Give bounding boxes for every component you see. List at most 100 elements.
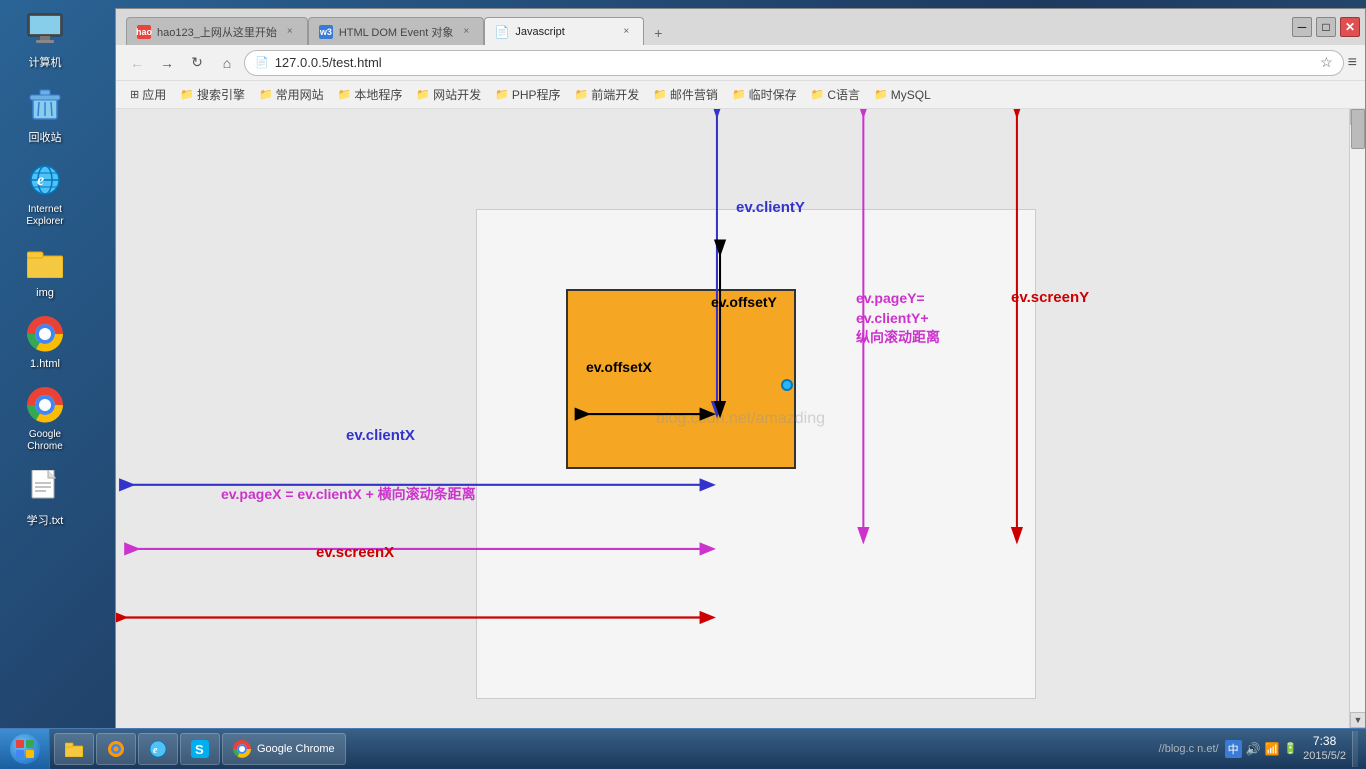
txt-icon — [25, 468, 65, 508]
windows-orb — [10, 734, 40, 764]
tray-icons: 中 🔊 📶 🔋 — [1225, 740, 1298, 758]
forward-button[interactable]: → — [154, 50, 180, 76]
volume-icon[interactable]: 🔊 — [1246, 742, 1261, 756]
scroll-down-button[interactable]: ▼ — [1350, 712, 1365, 728]
new-tab-button[interactable]: + — [644, 21, 672, 45]
taskbar: e S — [0, 728, 1366, 768]
navigation-toolbar: ← → ↻ ⌂ 📄 127.0.0.5/test.html ☆ ≡ — [116, 45, 1365, 81]
bookmark-common[interactable]: 📁 常用网站 — [253, 84, 330, 105]
tab-w3[interactable]: w3 HTML DOM Event 对象 × — [308, 17, 485, 45]
tab-hao123[interactable]: hao hao123_上网从这里开始 × — [126, 17, 308, 45]
firefox-taskbar-icon — [107, 740, 125, 758]
tab2-close-button[interactable]: × — [459, 25, 473, 39]
windows-logo — [16, 740, 34, 758]
ie-taskbar-icon: e — [149, 740, 167, 758]
chrome-icon-label: GoogleChrome — [27, 429, 63, 453]
close-button[interactable]: ✕ — [1340, 17, 1360, 37]
computer-icon-label: 计算机 — [29, 54, 62, 70]
desktop-icon-img[interactable]: img — [8, 243, 83, 299]
bookmark-php[interactable]: 📁 PHP程序 — [489, 84, 566, 105]
scrollbar[interactable]: ▲ ▼ — [1349, 109, 1365, 728]
tabs-container: hao hao123_上网从这里开始 × w3 HTML DOM Event 对… — [121, 9, 672, 45]
grid-icon: ⊞ — [130, 88, 139, 101]
taskbar-item-explorer[interactable] — [54, 733, 94, 765]
bookmark-mysql[interactable]: 📁 MySQL — [868, 86, 937, 104]
taskbar-items: e S — [50, 733, 1151, 765]
recycle-icon — [25, 85, 65, 125]
taskbar-item-firefox[interactable] — [96, 733, 136, 765]
desktop-icon-chrome[interactable]: GoogleChrome — [8, 385, 83, 453]
explorer-taskbar-icon — [65, 740, 83, 758]
folder-icon: 📁 — [338, 88, 352, 101]
folder-icon: 📁 — [575, 88, 589, 101]
taskbar-item-ie[interactable]: e — [138, 733, 178, 765]
bookmark-clang[interactable]: 📁 C语言 — [805, 84, 866, 105]
svg-text:e: e — [37, 172, 44, 189]
desktop-icon-ie[interactable]: e InternetExplorer — [8, 160, 83, 228]
page-content: ▲ ▼ blog.csdn.net/amazding — [116, 109, 1365, 728]
scroll-thumb[interactable] — [1351, 109, 1365, 149]
folder-icon: 📁 — [732, 88, 746, 101]
folder-icon: 📁 — [495, 88, 509, 101]
bookmark-temp[interactable]: 📁 临时保存 — [726, 84, 803, 105]
minimize-button[interactable]: ─ — [1292, 17, 1312, 37]
desktop-icon-computer[interactable]: 计算机 — [8, 10, 83, 70]
reload-button[interactable]: ↻ — [184, 50, 210, 76]
tab3-title: Javascript — [515, 26, 613, 38]
system-clock[interactable]: 7:38 2015/5/2 — [1303, 734, 1346, 764]
folder-icon: 📁 — [811, 88, 825, 101]
target-element — [566, 289, 796, 469]
taskbar-item-skype[interactable]: S — [180, 733, 220, 765]
folder-icon: 📁 — [416, 88, 430, 101]
bookmark-frontend[interactable]: 📁 前端开发 — [569, 84, 646, 105]
address-text: 127.0.0.5/test.html — [275, 55, 1314, 70]
svg-text:S: S — [195, 742, 204, 757]
battery-icon: 🔋 — [1283, 742, 1297, 755]
apps-label: 应用 — [142, 86, 166, 103]
window-controls: ─ □ ✕ — [1292, 17, 1360, 37]
label-pageX: ev.pageX = ev.clientX + 横向滚动条距离 — [221, 484, 476, 504]
back-button[interactable]: ← — [124, 50, 150, 76]
folder-icon: 📁 — [653, 88, 667, 101]
click-point — [781, 379, 793, 391]
computer-icon — [25, 10, 65, 50]
title-bar: hao hao123_上网从这里开始 × w3 HTML DOM Event 对… — [116, 9, 1365, 45]
tab1-close-button[interactable]: × — [283, 25, 297, 39]
label-screenX: ev.screenX — [316, 544, 394, 561]
system-tray: //blog.c n.et/ 中 🔊 📶 🔋 7:38 2015/5/2 — [1151, 731, 1366, 767]
bookmark-star-button[interactable]: ☆ — [1320, 54, 1333, 71]
chrome-taskbar-label: Google Chrome — [257, 743, 335, 755]
folder-icon: 📁 — [874, 88, 888, 101]
desktop-icon-1html[interactable]: 1.html — [8, 314, 83, 370]
bookmarks-apps-button[interactable]: ⊞ 应用 — [124, 84, 172, 105]
desktop-icon-recycle[interactable]: 回收站 — [8, 85, 83, 145]
bookmark-email[interactable]: 📁 邮件营销 — [647, 84, 724, 105]
tab-javascript[interactable]: 📄 Javascript × — [484, 17, 644, 45]
start-button[interactable] — [0, 729, 50, 769]
maximize-button[interactable]: □ — [1316, 17, 1336, 37]
chrome-1html-icon — [25, 314, 65, 354]
desktop-icon-txt[interactable]: 学习.txt — [8, 468, 83, 528]
tab3-close-button[interactable]: × — [619, 25, 633, 39]
bookmarks-bar: ⊞ 应用 📁 搜索引擎 📁 常用网站 📁 本地程序 📁 网站开发 📁 PH — [116, 81, 1365, 109]
ie-icon-label: InternetExplorer — [26, 204, 63, 228]
tab2-favicon: w3 — [319, 25, 333, 39]
clock-date: 2015/5/2 — [1303, 749, 1346, 763]
lock-icon: 📄 — [255, 56, 269, 69]
img-folder-icon — [25, 243, 65, 283]
taskbar-item-chrome[interactable]: Google Chrome — [222, 733, 346, 765]
bookmark-local[interactable]: 📁 本地程序 — [332, 84, 409, 105]
folder-icon: 📁 — [259, 88, 273, 101]
desktop: 计算机 回收站 — [0, 0, 1366, 728]
chrome-menu-button[interactable]: ≡ — [1348, 54, 1357, 72]
address-bar[interactable]: 📄 127.0.0.5/test.html ☆ — [244, 50, 1344, 76]
network-icon[interactable]: 📶 — [1265, 742, 1280, 756]
bookmark-search[interactable]: 📁 搜索引擎 — [174, 84, 251, 105]
bookmark-webdev[interactable]: 📁 网站开发 — [410, 84, 487, 105]
ie-icon: e — [25, 160, 65, 200]
tab2-title: HTML DOM Event 对象 — [339, 24, 454, 40]
label-clientX: ev.clientX — [346, 427, 415, 444]
show-desktop-button[interactable] — [1352, 731, 1358, 767]
tab3-favicon: 📄 — [495, 25, 509, 39]
home-button[interactable]: ⌂ — [214, 50, 240, 76]
